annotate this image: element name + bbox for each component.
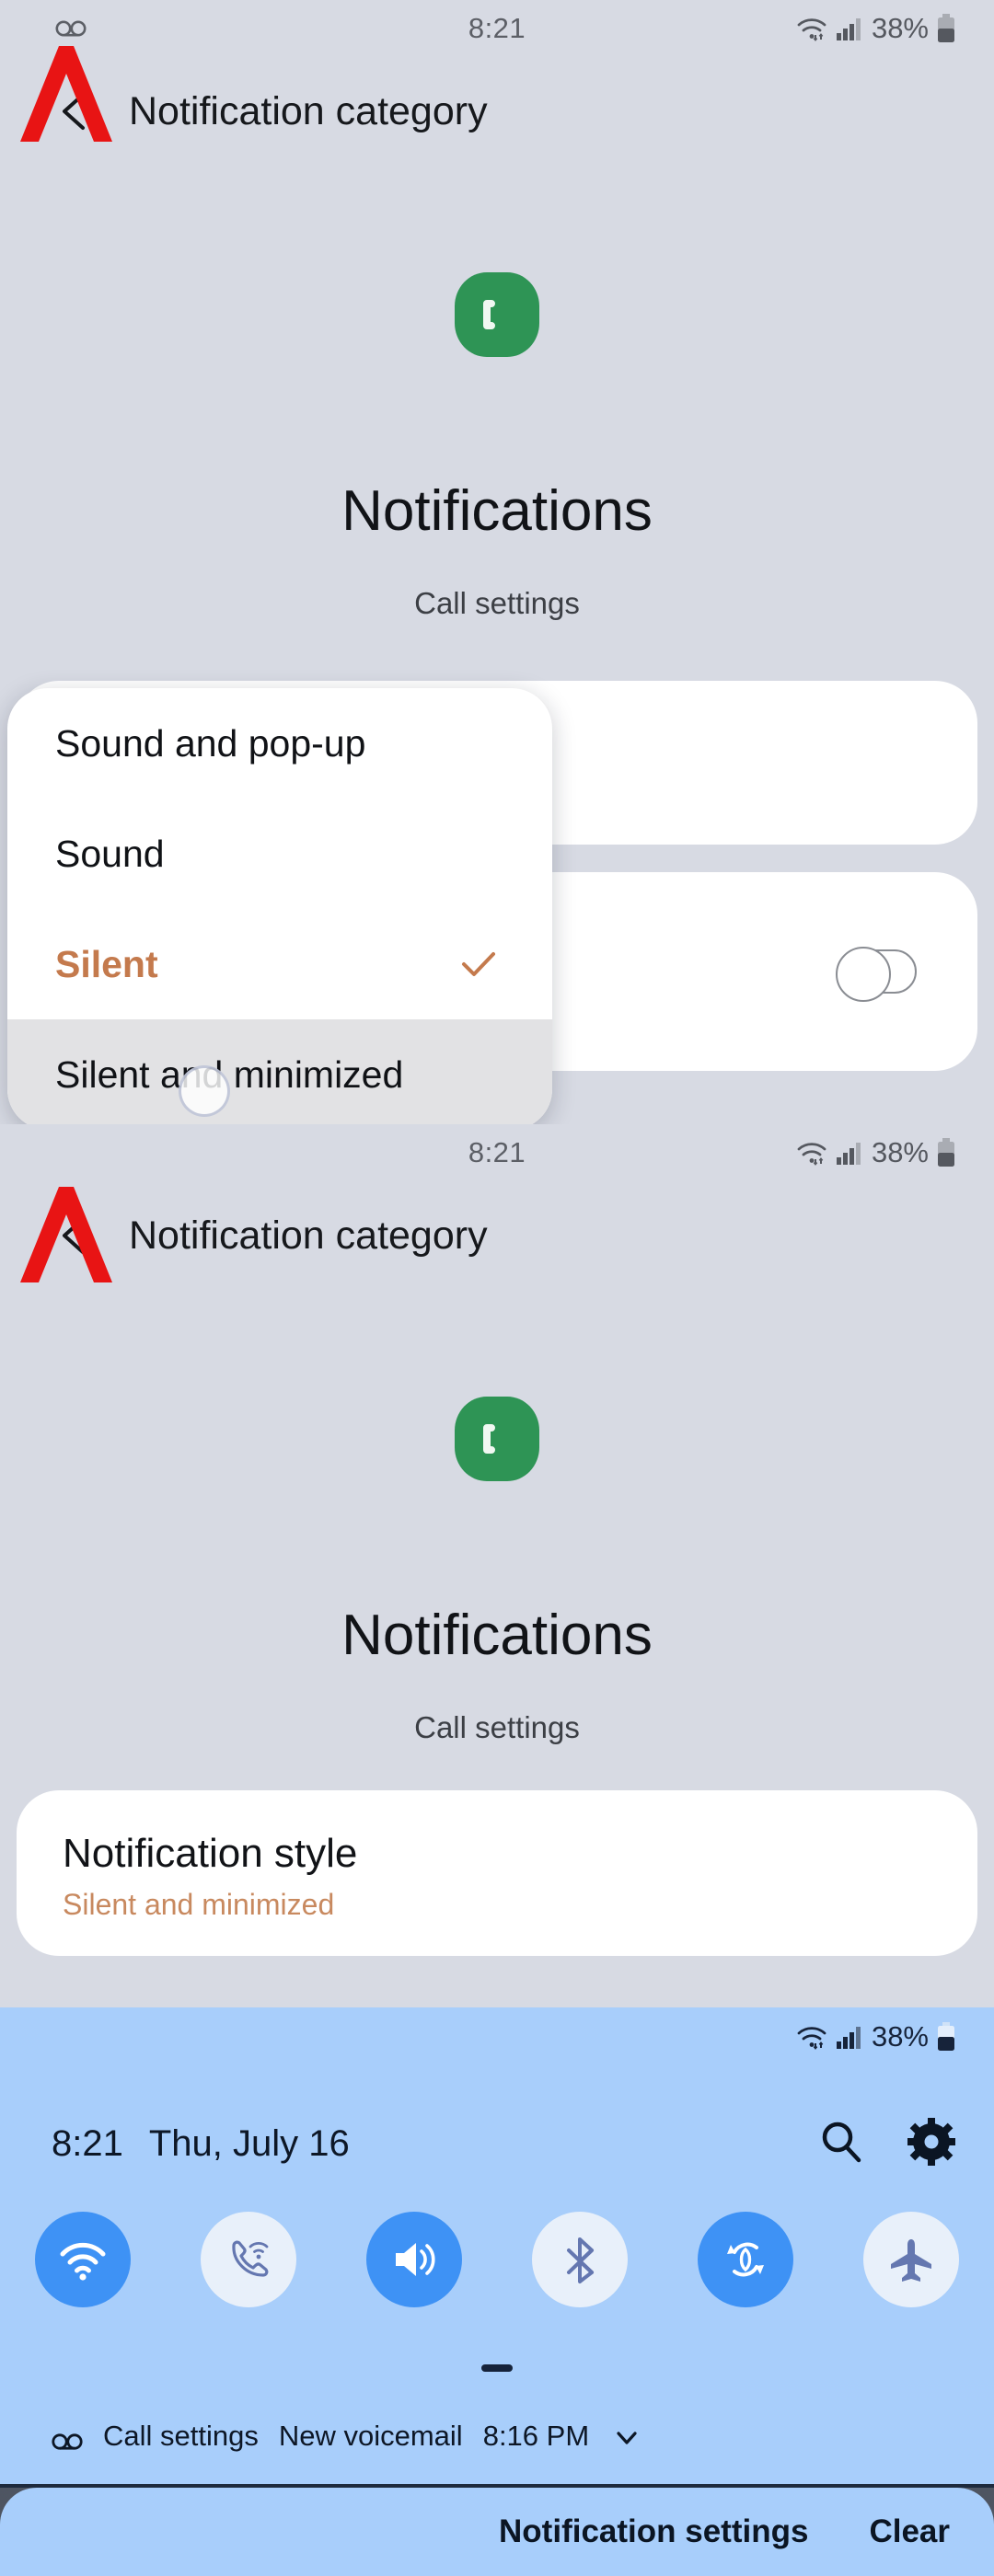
phone-call-app-icon: [455, 272, 539, 357]
wifi-icon: [796, 2023, 827, 2051]
voicemail-icon: [52, 2426, 83, 2446]
status-bar-right: 38%: [796, 12, 955, 45]
panel-status-bar-right: 38%: [796, 2020, 955, 2053]
app-bar: Notification category: [0, 57, 994, 166]
search-icon[interactable]: [817, 2118, 865, 2170]
chevron-down-icon[interactable]: [615, 2424, 639, 2448]
signal-icon: [836, 2024, 863, 2050]
signal-icon: [836, 16, 863, 41]
wifi-tile[interactable]: [35, 2212, 131, 2307]
status-bar-right: 38%: [796, 1136, 955, 1169]
dropdown-option-silent[interactable]: Silent: [7, 909, 552, 1019]
clear-button[interactable]: Clear: [869, 2513, 950, 2550]
dropdown-option-sound[interactable]: Sound: [7, 799, 552, 909]
panel-drag-handle[interactable]: [481, 2364, 513, 2372]
quick-toggle-row: [0, 2212, 994, 2307]
notification-style-title: Notification style: [63, 1831, 977, 1877]
notification-style-card[interactable]: Notification style Silent and minimized: [17, 1790, 977, 1956]
battery-percent: 38%: [872, 2020, 929, 2053]
page-title: Notifications: [0, 1603, 994, 1668]
dropdown-option-silent-and-minimized[interactable]: Silent and minimized: [7, 1019, 552, 1124]
back-arrow-icon[interactable]: [52, 87, 99, 135]
signal-icon: [836, 1140, 863, 1166]
page-subtitle: Call settings: [0, 1710, 994, 1745]
page-title-appbar: Notification category: [129, 1213, 488, 1259]
battery-icon: [937, 2022, 955, 2052]
dropdown-option-label: Sound: [55, 833, 165, 876]
gear-icon[interactable]: [907, 2118, 955, 2170]
panel-status-bar: 38%: [0, 2007, 994, 2064]
panel-clock: 8:21: [52, 2123, 123, 2164]
panel-footer: Notification settings Clear: [0, 2488, 994, 2576]
page-title: Notifications: [0, 478, 994, 544]
app-bar: Notification category: [0, 1181, 994, 1290]
panel-date: Thu, July 16: [149, 2123, 350, 2164]
bluetooth-tile[interactable]: [532, 2212, 628, 2307]
notification-time: 8:16 PM: [483, 2420, 589, 2453]
back-arrow-icon[interactable]: [52, 1212, 99, 1259]
dropdown-option-label: Sound and pop-up: [55, 722, 365, 765]
wifi-icon: [796, 1139, 827, 1167]
status-bar: 8:21 38%: [0, 1124, 994, 1181]
notification-style-dropdown: Sound and pop-up Sound Silent Silent and…: [7, 688, 552, 1124]
screen-notification-category-dropdown: 8:21 38% Notification category Notificat…: [0, 0, 994, 1124]
battery-percent: 38%: [872, 12, 929, 45]
notification-style-value: Silent and minimized: [63, 1888, 977, 1922]
touch-point-indicator: [179, 1065, 230, 1117]
dropdown-option-sound-and-popup[interactable]: Sound and pop-up: [7, 688, 552, 799]
page-title-appbar: Notification category: [129, 89, 488, 134]
battery-icon: [937, 1138, 955, 1167]
wifi-calling-tile[interactable]: [201, 2212, 296, 2307]
notification-row[interactable]: Call settings New voicemail 8:16 PM: [52, 2420, 639, 2453]
battery-icon: [937, 14, 955, 43]
dropdown-option-label: Silent: [55, 943, 158, 986]
notification-title: New voicemail: [279, 2420, 463, 2453]
status-bar: 8:21 38%: [0, 0, 994, 57]
auto-rotate-tile[interactable]: [698, 2212, 793, 2307]
battery-percent: 38%: [872, 1136, 929, 1169]
panel-clock-date[interactable]: 8:21 Thu, July 16: [52, 2123, 350, 2165]
panel-actions: [817, 2118, 955, 2170]
sound-tile[interactable]: [366, 2212, 462, 2307]
page-subtitle: Call settings: [0, 586, 994, 621]
quick-settings-panel: 38% 8:21 Thu, July 16: [0, 2007, 994, 2576]
notification-app-name: Call settings: [103, 2420, 259, 2453]
phone-call-app-icon: [455, 1397, 539, 1481]
check-icon: [458, 944, 499, 984]
notification-settings-button[interactable]: Notification settings: [499, 2513, 808, 2550]
card-2-toggle[interactable]: [838, 949, 917, 994]
screen-notification-category-updated: 8:21 38% Notification category Notificat…: [0, 1124, 994, 2007]
wifi-icon: [796, 15, 827, 42]
airplane-mode-tile[interactable]: [863, 2212, 959, 2307]
